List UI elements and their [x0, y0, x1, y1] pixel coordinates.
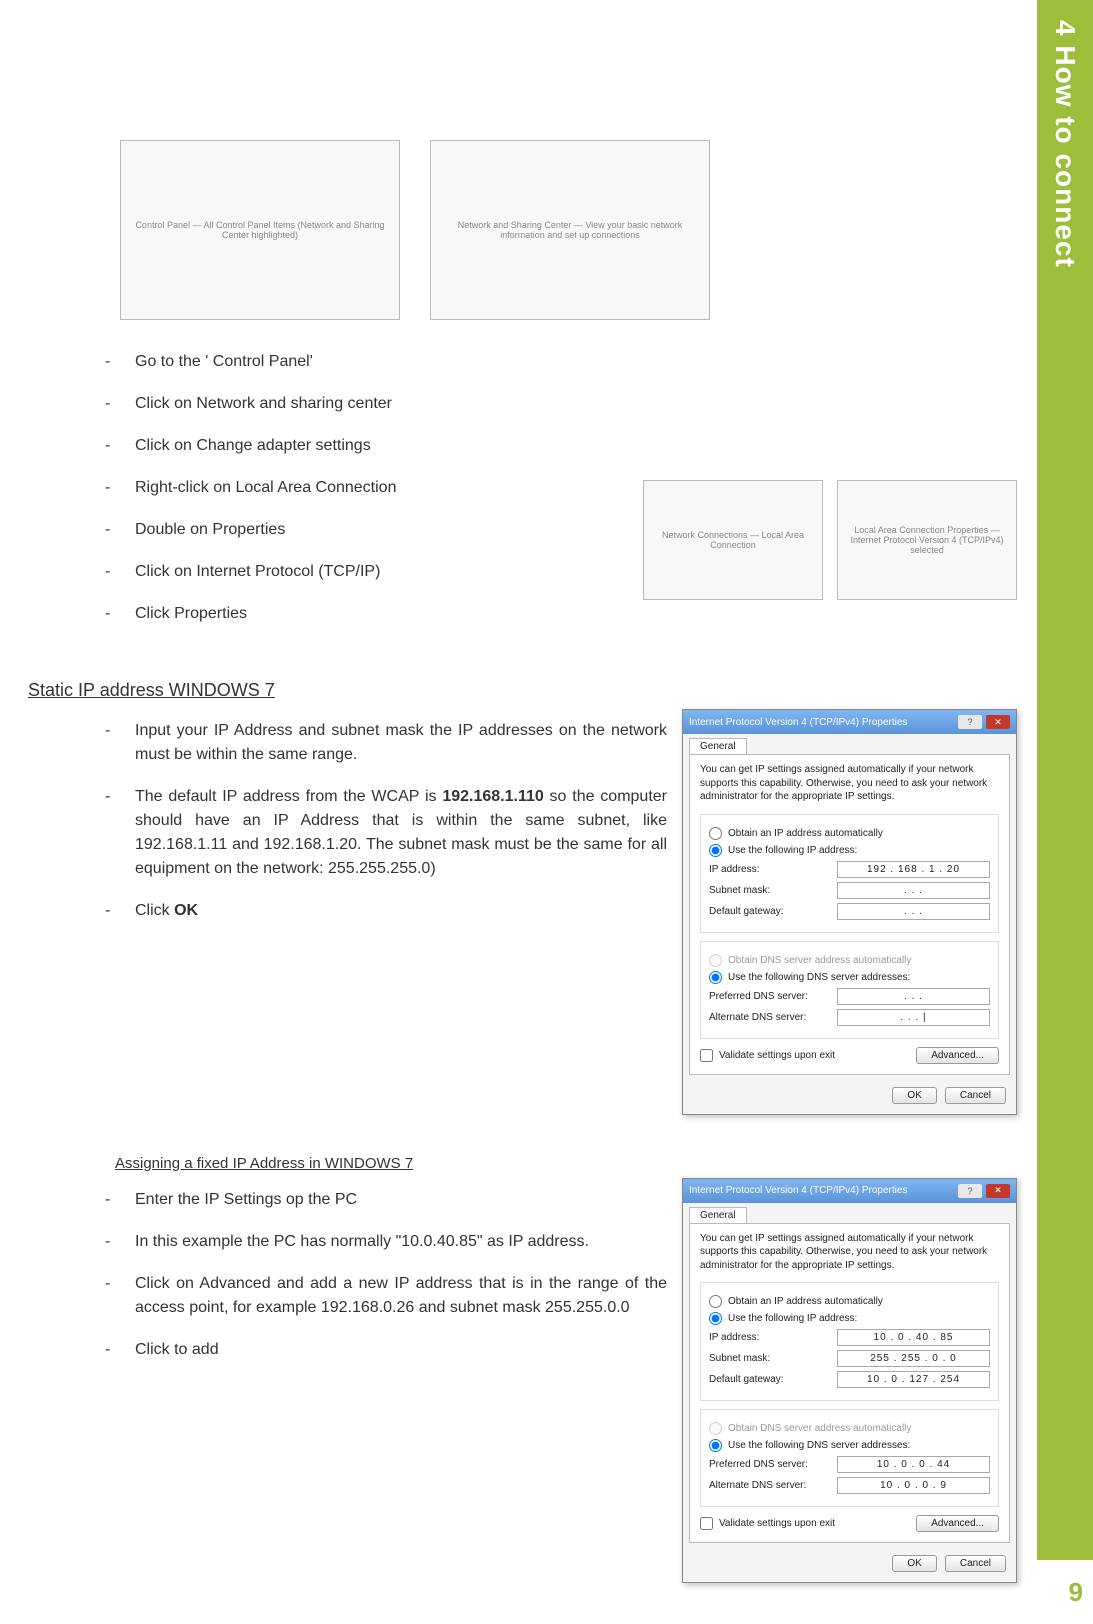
close-icon[interactable]: ✕ [986, 715, 1010, 729]
close-icon[interactable]: ✕ [986, 1184, 1010, 1198]
screenshot-network-sharing-center: Network and Sharing Center — View your b… [430, 140, 710, 320]
default-gateway-field[interactable]: . . . [837, 903, 990, 920]
ok-button[interactable]: OK [892, 1555, 936, 1572]
step-item: Click Properties [105, 602, 1017, 626]
screenshot-row-1: Control Panel — All Control Panel Items … [120, 140, 1017, 320]
radio-obtain-dns [709, 954, 722, 967]
cancel-button[interactable]: Cancel [945, 1087, 1006, 1104]
dialog-titlebar: Internet Protocol Version 4 (TCP/IPv4) P… [683, 710, 1016, 734]
step-item: Enter the IP Settings op the PC [105, 1188, 667, 1212]
chapter-title: 4 How to connect [1049, 20, 1081, 268]
section-title-static-ip: Static IP address WINDOWS 7 [28, 680, 1017, 701]
radio-use-ip[interactable] [709, 1312, 722, 1325]
default-gateway-field[interactable]: 10 . 0 . 127 . 254 [837, 1371, 990, 1388]
page-number: 9 [1069, 1577, 1083, 1608]
section-title-fixed-ip: Assigning a fixed IP Address in WINDOWS … [115, 1155, 1017, 1172]
ip-address-field[interactable]: 192 . 168 . 1 . 20 [837, 861, 990, 878]
screenshot-control-panel: Control Panel — All Control Panel Items … [120, 140, 400, 320]
dialog-title: Internet Protocol Version 4 (TCP/IPv4) P… [689, 1185, 907, 1196]
ipv4-properties-dialog-1: Internet Protocol Version 4 (TCP/IPv4) P… [682, 709, 1017, 1115]
step-item: Double on Properties [105, 518, 1017, 542]
subnet-mask-field[interactable]: 255 . 255 . 0 . 0 [837, 1350, 990, 1367]
step-item: Click on Change adapter settings [105, 434, 1017, 458]
step-item: Click on Network and sharing center [105, 392, 1017, 416]
subnet-mask-field[interactable]: . . . [837, 882, 990, 899]
tab-general[interactable]: General [689, 738, 747, 754]
tab-general[interactable]: General [689, 1207, 747, 1223]
dialog-hint: You can get IP settings assigned automat… [700, 763, 999, 804]
help-icon[interactable]: ? [958, 1184, 982, 1198]
step-item: Click on Internet Protocol (TCP/IP) [105, 560, 1017, 584]
preferred-dns-field[interactable]: 10 . 0 . 0 . 44 [837, 1456, 990, 1473]
advanced-button[interactable]: Advanced... [916, 1047, 999, 1064]
ipv4-properties-dialog-2: Internet Protocol Version 4 (TCP/IPv4) P… [682, 1178, 1017, 1584]
alternate-dns-field[interactable]: . . . | [837, 1009, 990, 1026]
step-item: Click on Advanced and add a new IP addre… [105, 1272, 667, 1320]
step-item: The default IP address from the WCAP is … [105, 785, 667, 881]
radio-use-dns[interactable] [709, 1439, 722, 1452]
validate-checkbox[interactable] [700, 1517, 713, 1530]
dialog-title: Internet Protocol Version 4 (TCP/IPv4) P… [689, 717, 907, 728]
steps-list-fixed-ip: Enter the IP Settings op the PC In this … [105, 1188, 667, 1362]
chapter-sidebar: 4 How to connect [1037, 0, 1093, 1560]
radio-obtain-ip[interactable] [709, 1295, 722, 1308]
radio-use-ip[interactable] [709, 844, 722, 857]
step-item: Input your IP Address and subnet mask th… [105, 719, 667, 767]
step-item: Go to the ' Control Panel' [105, 350, 1017, 374]
dialog-titlebar: Internet Protocol Version 4 (TCP/IPv4) P… [683, 1179, 1016, 1203]
step-item: Click OK [105, 899, 667, 923]
alternate-dns-field[interactable]: 10 . 0 . 0 . 9 [837, 1477, 990, 1494]
validate-checkbox[interactable] [700, 1049, 713, 1062]
preferred-dns-field[interactable]: . . . [837, 988, 990, 1005]
ip-address-field[interactable]: 10 . 0 . 40 . 85 [837, 1329, 990, 1346]
steps-list-static-ip: Input your IP Address and subnet mask th… [105, 719, 667, 923]
dialog-hint: You can get IP settings assigned automat… [700, 1232, 999, 1273]
radio-use-dns[interactable] [709, 971, 722, 984]
cancel-button[interactable]: Cancel [945, 1555, 1006, 1572]
advanced-button[interactable]: Advanced... [916, 1515, 999, 1532]
step-item: In this example the PC has normally "10.… [105, 1230, 667, 1254]
help-icon[interactable]: ? [958, 715, 982, 729]
radio-obtain-ip[interactable] [709, 827, 722, 840]
step-item: Click to add [105, 1338, 667, 1362]
ok-button[interactable]: OK [892, 1087, 936, 1104]
radio-obtain-dns [709, 1422, 722, 1435]
step-item: Right-click on Local Area Connection [105, 476, 1017, 500]
